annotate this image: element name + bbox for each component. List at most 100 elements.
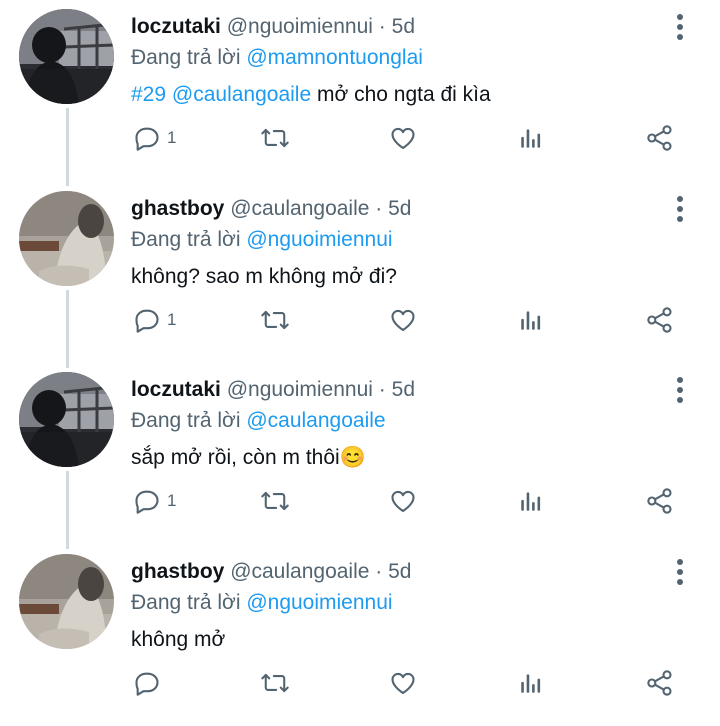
heart-icon [389,487,417,515]
reply-icon [133,487,161,515]
analytics-button[interactable] [518,118,544,158]
replying-to: Đang trả lời @mamnontuonglai [131,45,423,71]
author-handle[interactable]: @nguoimiennui [227,378,373,401]
heart-icon [389,124,417,152]
heart-icon [389,306,417,334]
retweet-icon [260,487,290,515]
tweet-text: không mở [131,627,225,653]
retweet-button[interactable] [260,118,290,158]
replying-to: Đang trả lời @caulangoaile [131,408,386,434]
tweet[interactable]: ghastboy @caulangoaile · 5d Đang trả lời … [0,545,720,726]
tweet-text-segment: mở cho ngta đi kìa [311,83,491,106]
share-icon [646,306,674,334]
action-bar: 1 [0,481,720,521]
retweet-icon [260,669,290,697]
share-button[interactable] [646,481,674,521]
retweet-icon [260,124,290,152]
retweet-button[interactable] [260,663,290,703]
tweet-text-segment: sắp mở rồi, còn m thôi😊 [131,446,366,469]
analytics-icon [518,124,544,152]
tweet-text-segment: không? sao m không mở đi? [131,265,397,288]
replying-to-label: Đang trả lời [131,591,241,614]
analytics-button[interactable] [518,300,544,340]
avatar[interactable] [19,191,114,286]
replying-to-label: Đang trả lời [131,228,241,251]
author-handle[interactable]: @caulangoaile [230,560,369,583]
action-bar [0,663,720,703]
reply-button[interactable]: 1 [133,118,176,158]
replying-to-link[interactable]: @nguoimiennui [246,591,392,614]
reply-icon [133,306,161,334]
separator-dot: · [378,15,386,38]
tweet-text: #29 @caulangoaile mở cho ngta đi kìa [131,82,491,108]
analytics-icon [518,669,544,697]
reply-icon [133,124,161,152]
tweet-header: ghastboy @caulangoaile · 5d [131,196,411,222]
tweet-text: không? sao m không mở đi? [131,264,397,290]
replying-to-link[interactable]: @caulangoaile [246,409,385,432]
separator-dot: · [378,378,386,401]
tweet-text: sắp mở rồi, còn m thôi😊 [131,445,366,471]
replying-to-link[interactable]: @nguoimiennui [246,228,392,251]
author-handle[interactable]: @caulangoaile [230,197,369,220]
analytics-icon [518,487,544,515]
analytics-button[interactable] [518,481,544,521]
tweet-header: loczutaki @nguoimiennui · 5d [131,377,415,403]
share-button[interactable] [646,118,674,158]
tweet[interactable]: loczutaki @nguoimiennui · 5d Đang trả lời… [0,0,720,181]
replying-to-link[interactable]: @mamnontuonglai [246,46,423,69]
action-bar: 1 [0,118,720,158]
replying-to: Đang trả lời @nguoimiennui [131,590,393,616]
share-button[interactable] [646,300,674,340]
analytics-icon [518,306,544,334]
reply-button[interactable] [133,663,167,703]
like-button[interactable] [389,481,417,521]
avatar[interactable] [19,9,114,104]
reply-count: 1 [167,310,177,329]
avatar[interactable] [19,554,114,649]
action-bar: 1 [0,300,720,340]
replying-to: Đang trả lời @nguoimiennui [131,227,393,253]
more-vertical-icon[interactable] [668,192,692,226]
retweet-button[interactable] [260,481,290,521]
like-button[interactable] [389,300,417,340]
share-button[interactable] [646,663,674,703]
replying-to-label: Đang trả lời [131,46,241,69]
tweet-text-link[interactable]: @caulangoaile [172,83,311,106]
reply-button[interactable]: 1 [133,481,176,521]
author-handle[interactable]: @nguoimiennui [227,15,373,38]
author-name[interactable]: ghastboy [131,197,224,220]
tweet-header: ghastboy @caulangoaile · 5d [131,559,411,585]
retweet-icon [260,306,290,334]
tweet[interactable]: loczutaki @nguoimiennui · 5d Đang trả lời… [0,363,720,544]
more-vertical-icon[interactable] [668,10,692,44]
tweet-header: loczutaki @nguoimiennui · 5d [131,14,415,40]
reply-icon [133,669,161,697]
author-name[interactable]: loczutaki [131,15,221,38]
more-vertical-icon[interactable] [668,555,692,589]
share-icon [646,124,674,152]
tweet[interactable]: ghastboy @caulangoaile · 5d Đang trả lời … [0,182,720,363]
timestamp[interactable]: 5d [392,378,415,401]
author-name[interactable]: loczutaki [131,378,221,401]
separator-dot: · [375,560,383,583]
more-vertical-icon[interactable] [668,373,692,407]
retweet-button[interactable] [260,300,290,340]
replying-to-label: Đang trả lời [131,409,241,432]
like-button[interactable] [389,118,417,158]
timestamp[interactable]: 5d [388,197,411,220]
tweet-text-link[interactable]: #29 [131,83,166,106]
timestamp[interactable]: 5d [388,560,411,583]
timestamp[interactable]: 5d [392,15,415,38]
reply-button[interactable]: 1 [133,300,176,340]
reply-count: 1 [167,128,177,147]
heart-icon [389,669,417,697]
share-icon [646,669,674,697]
like-button[interactable] [389,663,417,703]
reply-count: 1 [167,491,177,510]
tweet-text-segment: không mở [131,628,226,651]
analytics-button[interactable] [518,663,544,703]
author-name[interactable]: ghastboy [131,560,224,583]
separator-dot: · [375,197,383,220]
avatar[interactable] [19,372,114,467]
